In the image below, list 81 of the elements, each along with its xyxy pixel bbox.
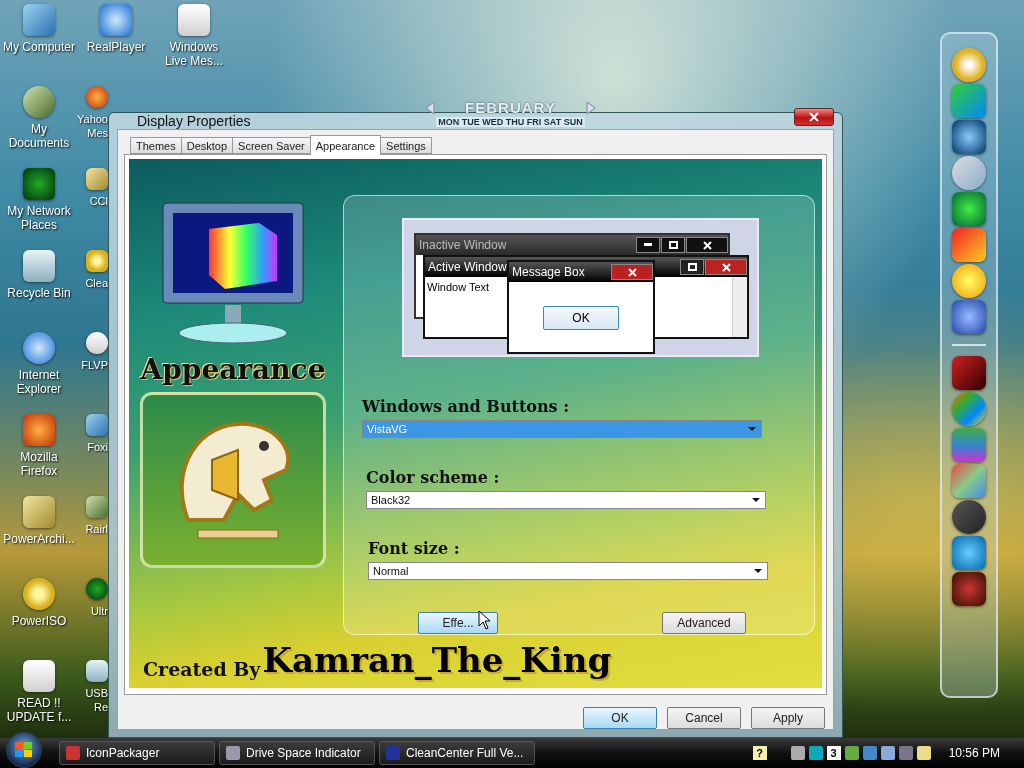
four-pane-flag-icon xyxy=(15,742,33,758)
program-icon[interactable] xyxy=(86,332,108,354)
desktop-icon-label[interactable]: My Network Places xyxy=(7,204,71,232)
tab[interactable]: Appearance xyxy=(309,135,382,155)
app-icon[interactable] xyxy=(952,120,986,154)
taskbar-button[interactable]: Drive Space Indicator xyxy=(219,741,375,765)
tray-icon[interactable] xyxy=(880,746,895,760)
desktop-icon-label[interactable]: My Documents xyxy=(8,122,70,150)
maximize-icon xyxy=(661,237,685,253)
desktop-icon-label[interactable]: READ !! UPDATE f... xyxy=(6,696,72,724)
right-arrow-icon[interactable] xyxy=(585,100,596,115)
section-heading: Appearance xyxy=(140,353,326,386)
ok-button[interactable]: OK xyxy=(543,306,619,330)
window-title: Message Box xyxy=(512,265,585,279)
taskbar-button[interactable]: IconPackager xyxy=(59,741,215,765)
window-title: Inactive Window xyxy=(419,238,507,252)
window-title: Display Properties xyxy=(137,113,251,129)
author-name: Kamran_The_King xyxy=(262,640,612,680)
app-icon[interactable] xyxy=(952,356,986,390)
app-icon[interactable] xyxy=(952,500,986,534)
window-text: Window Text xyxy=(427,281,490,293)
field-label: Font size : xyxy=(367,539,461,558)
program-icon[interactable] xyxy=(23,250,55,282)
maximize-icon xyxy=(680,259,704,275)
desktop-icon-label[interactable]: Recycle Bin xyxy=(7,286,71,300)
desktop-icon-label[interactable]: Internet Explorer xyxy=(16,368,62,396)
mouse-pointer-icon xyxy=(478,610,492,630)
calendar-weekdays: MON TUE WED THU FRI SAT SUN xyxy=(436,117,585,127)
tab[interactable]: Themes xyxy=(130,137,182,154)
tray-icon[interactable] xyxy=(808,746,823,760)
tab[interactable]: Settings xyxy=(380,137,432,154)
tray-icon[interactable] xyxy=(916,746,931,760)
tray-badge-icon[interactable]: 3 xyxy=(826,746,841,760)
program-icon[interactable] xyxy=(86,168,108,190)
left-arrow-icon[interactable] xyxy=(425,100,436,115)
dialog-button[interactable]: Cancel xyxy=(667,707,741,729)
close-icon xyxy=(809,112,819,122)
tab[interactable]: Desktop xyxy=(180,137,234,154)
desktop-icon-label[interactable]: PowerISO xyxy=(11,614,67,628)
app-icon xyxy=(66,746,80,760)
desktop-icon-label[interactable]: CCl xyxy=(89,194,108,208)
dialog-button[interactable]: OK xyxy=(583,707,657,729)
credit-label: Created By xyxy=(143,658,261,680)
clock[interactable]: 10:56 PM xyxy=(948,746,1000,760)
tab[interactable]: Screen Saver xyxy=(232,137,311,154)
panel-button[interactable]: Effe... xyxy=(418,612,498,634)
start-button[interactable] xyxy=(6,732,42,768)
panel-button[interactable]: Advanced xyxy=(662,612,746,634)
help-icon[interactable]: ? xyxy=(752,746,767,760)
program-icon[interactable] xyxy=(23,578,55,610)
program-icon[interactable] xyxy=(23,332,55,364)
close-button[interactable] xyxy=(794,108,834,126)
field-label: Windows and Buttons : xyxy=(362,397,571,416)
desktop-icon-label[interactable]: FLVP xyxy=(81,358,108,372)
window-title: Active Window xyxy=(428,260,507,274)
dropdown-arrow-icon xyxy=(753,568,763,574)
dropdown[interactable]: Normal xyxy=(368,562,768,580)
app-icon[interactable] xyxy=(952,264,986,298)
app-icon xyxy=(226,746,240,760)
desktop-icon-label[interactable]: Foxi xyxy=(87,440,108,454)
program-icon[interactable] xyxy=(23,660,55,692)
dropdown-arrow-icon xyxy=(747,426,757,432)
taskbar-button[interactable]: CleanCenter Full Ve... xyxy=(379,741,535,765)
desktop-icon-label[interactable]: Mozilla Firefox xyxy=(20,450,58,478)
tray-icon[interactable] xyxy=(844,746,859,760)
scrollbar xyxy=(732,277,747,337)
dialog-button[interactable]: Apply xyxy=(751,707,825,729)
app-icon[interactable] xyxy=(952,48,986,82)
program-icon[interactable] xyxy=(86,660,108,682)
field-label: Color scheme : xyxy=(365,468,501,487)
desktop-icon-label[interactable]: USB Re xyxy=(85,686,108,714)
calendar-month: FEBRUARY xyxy=(465,99,556,116)
dropdown[interactable]: Black32 xyxy=(366,491,766,509)
minimize-icon xyxy=(636,237,660,253)
program-icon[interactable] xyxy=(86,250,108,272)
desktop-icon-label[interactable]: Clea xyxy=(85,276,108,290)
app-icon[interactable] xyxy=(952,572,986,606)
app-icon xyxy=(386,746,400,760)
dropdown-arrow-icon xyxy=(751,497,761,503)
tray-icon[interactable] xyxy=(790,746,805,760)
desktop-icon-label[interactable]: Ultr xyxy=(90,604,108,618)
